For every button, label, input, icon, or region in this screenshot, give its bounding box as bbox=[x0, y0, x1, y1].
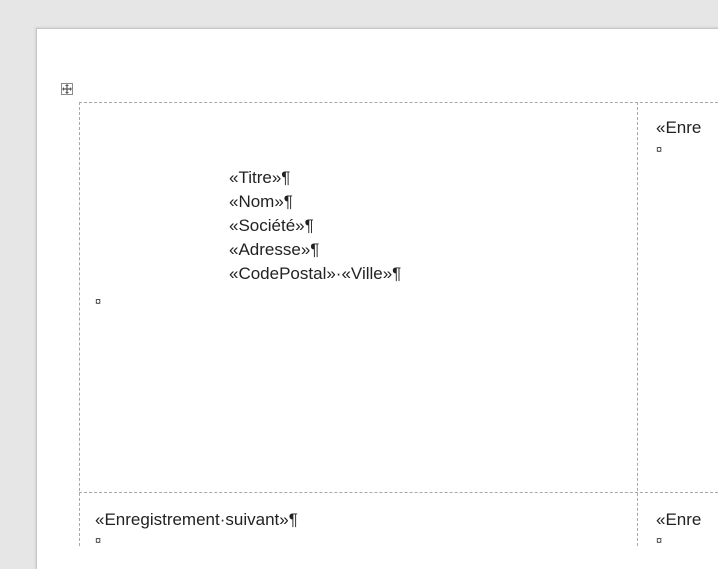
table-top-border bbox=[79, 102, 718, 103]
end-of-cell-mark: ¤ bbox=[656, 535, 663, 547]
merge-field-titre[interactable]: «Titre»¶ bbox=[229, 168, 290, 188]
move-cross-icon bbox=[62, 84, 72, 94]
merge-field-nom[interactable]: «Nom»¶ bbox=[229, 192, 293, 212]
table-row-divider bbox=[79, 492, 718, 493]
table-column-divider bbox=[637, 102, 638, 546]
merge-field-next-record[interactable]: «Enre bbox=[656, 510, 701, 530]
merge-field-societe[interactable]: «Société»¶ bbox=[229, 216, 314, 236]
merge-field-next-record[interactable]: «Enre bbox=[656, 118, 701, 138]
table-left-border bbox=[79, 102, 80, 546]
merge-field-codepostal-ville[interactable]: «CodePostal»·«Ville»¶ bbox=[229, 264, 401, 284]
merge-field-next-record[interactable]: «Enregistrement·suivant»¶ bbox=[95, 510, 298, 530]
table-move-handle[interactable] bbox=[61, 83, 73, 95]
end-of-cell-mark: ¤ bbox=[656, 144, 663, 156]
merge-field-adresse[interactable]: «Adresse»¶ bbox=[229, 240, 319, 260]
document-page bbox=[36, 28, 718, 569]
end-of-cell-mark: ¤ bbox=[95, 535, 102, 547]
end-of-cell-mark: ¤ bbox=[95, 296, 102, 308]
